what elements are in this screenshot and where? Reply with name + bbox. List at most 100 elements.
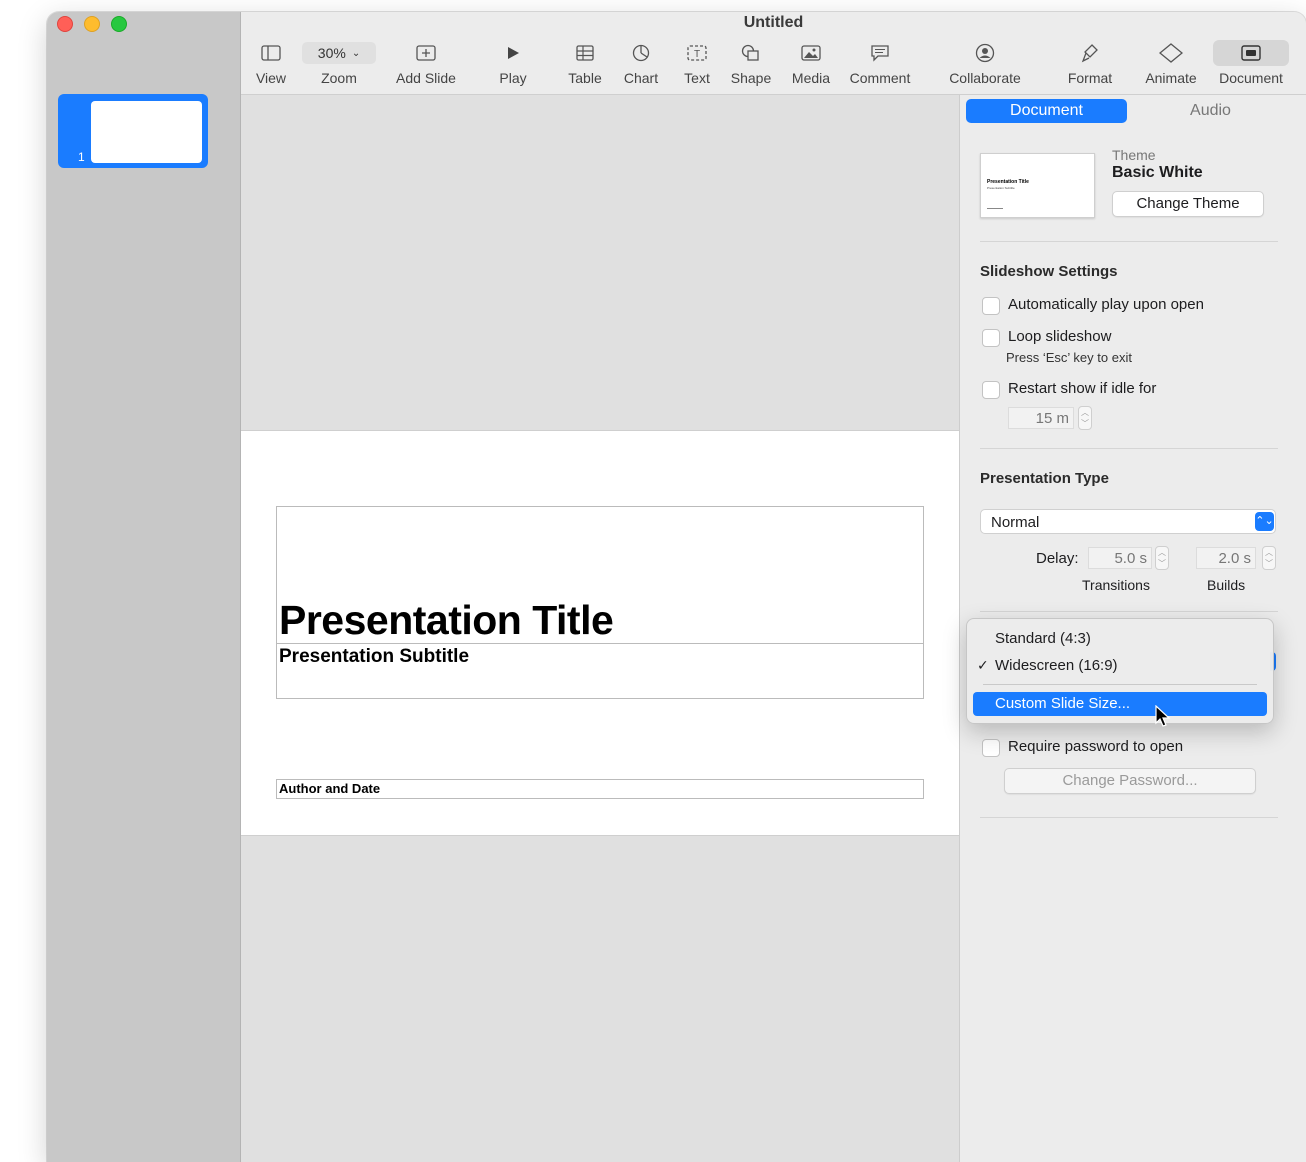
author-placeholder[interactable]: Author and Date (276, 779, 924, 799)
document-label: Document (1219, 70, 1283, 86)
builds-delay-stepper[interactable]: ︿ ﹀ (1262, 546, 1276, 570)
slide-subtitle: Presentation Subtitle (279, 646, 470, 667)
autoplay-checkbox[interactable] (982, 297, 1000, 315)
slide-title: Presentation Title (279, 597, 614, 643)
transitions-delay-stepper[interactable]: ︿ ﹀ (1155, 546, 1169, 570)
play-button[interactable]: Play (493, 42, 533, 86)
media-button[interactable]: Media (789, 42, 833, 86)
animate-label: Animate (1145, 70, 1197, 86)
inspector-tabs: Document Audio (966, 99, 1294, 123)
presentation-type-value: Normal (991, 514, 1040, 531)
minimize-window-button[interactable] (84, 16, 100, 32)
add-slide-label: Add Slide (396, 70, 456, 86)
shape-label: Shape (730, 70, 772, 86)
menu-separator (983, 684, 1257, 685)
collaborate-button[interactable]: Collaborate (945, 42, 1025, 86)
title-placeholder[interactable]: Presentation Title (276, 506, 924, 644)
menu-item-widescreen[interactable]: Widescreen (16:9) (995, 657, 1118, 674)
transitions-delay-field[interactable]: 5.0 s (1088, 547, 1152, 569)
play-icon (508, 47, 519, 59)
slide-number: 1 (78, 150, 85, 164)
comment-button[interactable]: Comment (847, 42, 913, 86)
slideshow-settings-heading: Slideshow Settings (980, 263, 1118, 280)
zoom-value: 30% (317, 45, 346, 61)
chart-icon (632, 44, 650, 62)
delay-label: Delay: (1036, 550, 1079, 567)
autoplay-label: Automatically play upon open (1008, 296, 1204, 313)
sidebar-icon (261, 45, 281, 61)
tab-document[interactable]: Document (966, 99, 1127, 123)
document-button[interactable]: Document (1211, 40, 1291, 86)
slide-thumbnail-1[interactable]: 1 (58, 94, 208, 168)
theme-thumb-title: Presentation Title (987, 179, 1029, 185)
table-button[interactable]: Table (565, 42, 605, 86)
chart-button[interactable]: Chart (621, 42, 661, 86)
transitions-label: Transitions (1082, 577, 1150, 593)
zoom-select[interactable]: 30% ⌄ (302, 42, 376, 64)
subtitle-placeholder[interactable]: Presentation Subtitle (276, 642, 924, 699)
divider (980, 611, 1278, 612)
text-label: Text (684, 70, 710, 86)
format-button[interactable]: Format (1065, 42, 1115, 86)
close-window-button[interactable] (57, 16, 73, 32)
zoom-control[interactable]: 30% ⌄ Zoom (301, 42, 377, 86)
loop-checkbox[interactable] (982, 329, 1000, 347)
shape-button[interactable]: Shape (727, 42, 775, 86)
table-label: Table (568, 70, 602, 86)
change-theme-button[interactable]: Change Theme (1112, 191, 1264, 217)
document-button-highlight (1213, 40, 1289, 66)
loop-note: Press ‘Esc’ key to exit (1006, 350, 1132, 365)
view-label: View (255, 70, 287, 86)
paintbrush-icon (1081, 44, 1098, 63)
slide-thumbnail-preview (91, 101, 202, 163)
theme-name: Basic White (1112, 164, 1203, 181)
loop-label: Loop slideshow (1008, 328, 1112, 345)
current-slide[interactable]: Presentation Title Presentation Subtitle… (241, 430, 959, 836)
add-slide-button[interactable]: Add Slide (391, 42, 461, 86)
format-label: Format (1067, 70, 1113, 86)
collaborate-label: Collaborate (949, 70, 1021, 86)
slide-navigator: 1 (47, 12, 241, 1162)
divider (980, 448, 1278, 449)
presentation-type-select[interactable]: Normal ⌃⌄ (980, 509, 1276, 534)
chart-label: Chart (623, 70, 659, 86)
theme-thumb-subtitle: Presentation Subtitle (987, 186, 1015, 190)
change-password-button[interactable]: Change Password... (1004, 768, 1256, 794)
chevron-updown-icon: ⌃⌄ (1255, 512, 1274, 531)
table-icon (576, 45, 594, 61)
require-password-label: Require password to open (1008, 738, 1184, 755)
text-button[interactable]: T Text (677, 42, 717, 86)
chevron-down-icon: ⌄ (351, 47, 361, 59)
tab-audio[interactable]: Audio (1127, 99, 1294, 123)
add-slide-icon (416, 45, 436, 61)
fullscreen-window-button[interactable] (111, 16, 127, 32)
comment-icon (871, 45, 889, 62)
menu-item-custom-slide-size[interactable]: Custom Slide Size... (973, 692, 1267, 716)
view-button[interactable]: View (251, 42, 291, 86)
divider (980, 817, 1278, 818)
divider (980, 241, 1278, 242)
restart-checkbox[interactable] (982, 381, 1000, 399)
play-label: Play (499, 70, 527, 86)
checkmark-icon: ✓ (977, 657, 989, 673)
theme-label: Theme (1112, 147, 1156, 163)
diamond-icon (1159, 43, 1183, 63)
animate-button[interactable]: Animate (1143, 42, 1199, 86)
collaborate-icon (975, 43, 995, 63)
media-label: Media (791, 70, 831, 86)
idle-time-field[interactable]: 15 m (1008, 407, 1074, 429)
zoom-label: Zoom (321, 70, 357, 86)
comment-label: Comment (849, 70, 911, 86)
menu-item-standard[interactable]: Standard (4:3) (995, 630, 1091, 647)
window-controls (57, 16, 127, 32)
mouse-pointer-icon (1155, 705, 1171, 727)
toolbar: Untitled View 30% ⌄ Zoom Add Slide Play T… (241, 12, 1306, 95)
media-icon (801, 45, 821, 61)
presentation-type-heading: Presentation Type (980, 470, 1109, 487)
theme-thumb-author-line (987, 208, 1003, 209)
require-password-checkbox[interactable] (982, 739, 1000, 757)
slide-canvas: Presentation Title Presentation Subtitle… (241, 95, 959, 1162)
document-icon (1241, 45, 1261, 61)
idle-time-stepper[interactable]: ︿ ﹀ (1078, 406, 1092, 430)
builds-delay-field[interactable]: 2.0 s (1196, 547, 1256, 569)
